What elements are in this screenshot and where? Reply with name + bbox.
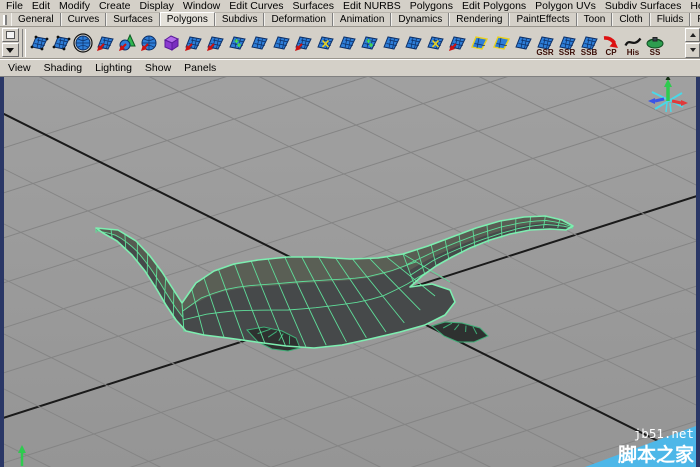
shelf-cp-label: CP — [605, 47, 617, 57]
shelf-his-label: His — [626, 47, 640, 57]
shelf: GSR SSR SSB CP His SS — [0, 27, 700, 59]
menu-item-create[interactable]: Create — [99, 0, 131, 12]
perspective-view[interactable]: jb51.net 脚本之家 — [4, 77, 696, 467]
menu-item-window[interactable]: Window — [183, 0, 220, 12]
shelf-tab-fur[interactable]: Fur — [690, 13, 700, 26]
viewport[interactable]: jb51.net 脚本之家 — [0, 77, 700, 467]
shelf-tab-dynamics[interactable]: Dynamics — [391, 13, 450, 26]
watermark-text: 脚本之家 — [618, 443, 695, 466]
poly-plane-d-icon[interactable] — [380, 30, 402, 56]
shelf-cp-icon[interactable]: CP — [600, 30, 622, 57]
poly-plane-yellow-b-icon[interactable] — [490, 30, 512, 56]
poly-plane-red-c-icon[interactable] — [446, 30, 468, 56]
panel-menu-panels[interactable]: Panels — [184, 62, 216, 74]
watermark-site: jb51.net — [634, 426, 694, 441]
panel-menu-lighting[interactable]: Lighting — [95, 62, 132, 74]
shelf-ssr-label: SSR — [558, 47, 576, 57]
menu-item-file[interactable]: File — [6, 0, 23, 12]
shelf-scroll-down-icon[interactable] — [685, 43, 700, 58]
poly-cube-purple-icon[interactable] — [160, 30, 182, 56]
menu-item-edit-polygons[interactable]: Edit Polygons — [462, 0, 526, 12]
shelf-gsr-icon[interactable]: GSR — [534, 30, 556, 57]
menu-item-polygon-uvs[interactable]: Polygon UVs — [535, 0, 596, 12]
poly-plane-corners-a-icon[interactable] — [28, 30, 50, 56]
shelf-tab-animation[interactable]: Animation — [332, 13, 392, 26]
poly-planes-red-icon[interactable] — [182, 30, 204, 56]
poly-grid-plus-b-icon[interactable] — [358, 30, 380, 56]
shelf-icon-strip: GSR SSR SSB CP His SS — [28, 28, 685, 58]
shelf-ssb-icon[interactable]: SSB — [578, 30, 600, 57]
menu-item-edit-nurbs[interactable]: Edit NURBS — [343, 0, 401, 12]
poly-plane-red-b-icon[interactable] — [292, 30, 314, 56]
shelf-scrollbar — [685, 27, 700, 58]
poly-sphere-red-icon[interactable] — [138, 30, 160, 56]
menu-item-help[interactable]: Help — [690, 0, 700, 12]
poly-plane-f-icon[interactable] — [512, 30, 534, 56]
shelf-selector — [0, 28, 20, 58]
panel-menu-show[interactable]: Show — [145, 62, 171, 74]
menu-item-polygons[interactable]: Polygons — [410, 0, 453, 12]
poly-sphere-circled-icon[interactable] — [72, 30, 94, 56]
maya-window: File Edit Modify Create Display Window Edit Cu… — [0, 0, 700, 467]
shelf-ssb-label: SSB — [580, 47, 598, 57]
shelf-tab-general[interactable]: General — [11, 13, 61, 26]
poly-grid-plus-a-icon[interactable] — [226, 30, 248, 56]
panel-menu-view[interactable]: View — [8, 62, 31, 74]
poly-plane-corners-b-icon[interactable] — [50, 30, 72, 56]
poly-cone-sphere-icon[interactable] — [116, 30, 138, 56]
poly-grid-red-icon[interactable] — [204, 30, 226, 56]
shelf-tab-curves[interactable]: Curves — [60, 13, 107, 26]
poly-plane-b-icon[interactable] — [270, 30, 292, 56]
shelf-tab-painteffects[interactable]: PaintEffects — [509, 13, 577, 26]
menu-item-edit[interactable]: Edit — [32, 0, 50, 12]
poly-plane-e-icon[interactable] — [402, 30, 424, 56]
poly-plane-yellow-a-icon[interactable] — [468, 30, 490, 56]
poly-grid-x-b-icon[interactable] — [424, 30, 446, 56]
shelf-divider — [22, 28, 26, 57]
shelf-ssr-icon[interactable]: SSR — [556, 30, 578, 57]
shelf-tabs: General Curves Surfaces Polygons Subdivs Defo… — [11, 12, 700, 26]
shelf-ss-label: SS — [649, 47, 661, 57]
menu-item-edit-curves[interactable]: Edit Curves — [229, 0, 283, 12]
shelf-tab-subdivs[interactable]: Subdivs — [214, 13, 265, 26]
poly-plane-a-icon[interactable] — [248, 30, 270, 56]
panel-menu-shading[interactable]: Shading — [44, 62, 83, 74]
shelf-tab-polygons[interactable]: Polygons — [159, 12, 215, 26]
menu-item-subdiv-surfaces[interactable]: Subdiv Surfaces — [605, 0, 681, 12]
shelf-tab-rendering[interactable]: Rendering — [449, 13, 510, 26]
shelf-his-icon[interactable]: His — [622, 30, 644, 57]
shelf-tab-toon[interactable]: Toon — [576, 13, 613, 26]
poly-grid-x-a-icon[interactable] — [314, 30, 336, 56]
shelf-grip-handle[interactable] — [3, 15, 7, 25]
poly-plane-c-icon[interactable] — [336, 30, 358, 56]
shelf-gsr-label: GSR — [536, 47, 554, 57]
shelf-tab-surfaces[interactable]: Surfaces — [106, 13, 160, 26]
shelf-tab-deformation[interactable]: Deformation — [264, 13, 333, 26]
poly-squares-red-icon[interactable] — [94, 30, 116, 56]
menu-item-modify[interactable]: Modify — [59, 0, 90, 12]
shelf-scroll-up-icon[interactable] — [685, 27, 700, 42]
shelf-selector-item-icon[interactable] — [1, 28, 19, 42]
shelf-tab-bar: General Curves Surfaces Polygons Subdivs Defo… — [0, 12, 700, 27]
shelf-tab-cloth[interactable]: Cloth — [612, 13, 650, 26]
panel-menu-bar: View Shading Lighting Show Panels — [0, 59, 700, 77]
shelf-ss-icon[interactable]: SS — [644, 30, 666, 57]
shelf-tab-fluids[interactable]: Fluids — [649, 13, 691, 26]
menu-item-display[interactable]: Display — [139, 0, 173, 12]
menu-item-surfaces[interactable]: Surfaces — [293, 0, 334, 12]
shelf-selector-arrow-icon[interactable] — [1, 43, 19, 57]
